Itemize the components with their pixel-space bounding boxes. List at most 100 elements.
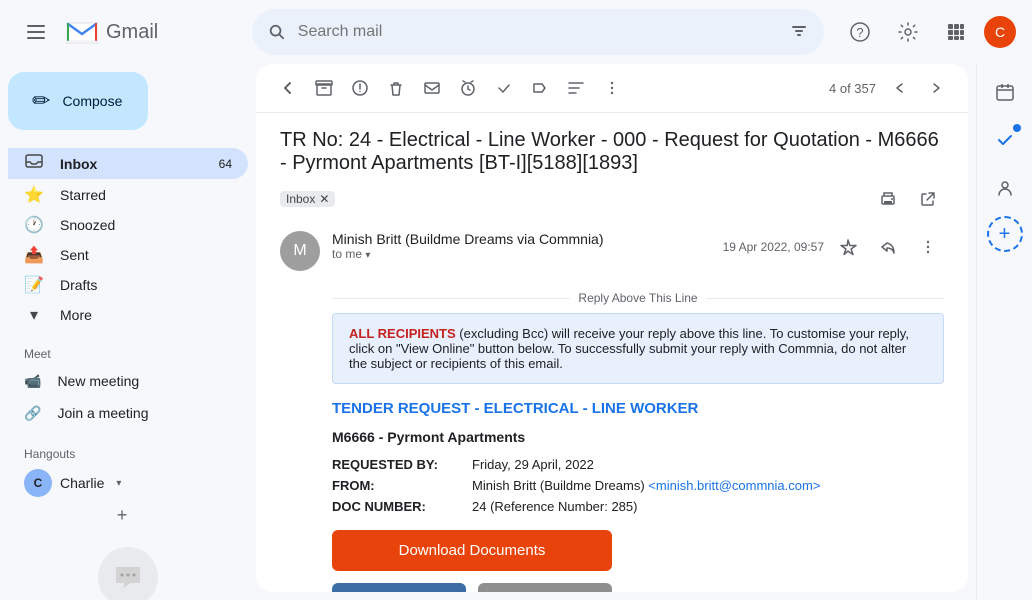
doc-number-row: DOC NUMBER: 24 (Reference Number: 285) <box>332 499 944 514</box>
starred-icon: ⭐ <box>24 185 44 205</box>
new-meeting-item[interactable]: 📹 New meeting <box>8 365 248 397</box>
hangouts-chevron-icon: ▾ <box>116 478 121 489</box>
svg-text:?: ? <box>856 25 863 40</box>
contacts-sidebar-button[interactable] <box>985 168 1025 208</box>
inbox-label: Inbox <box>60 156 97 172</box>
archive-button[interactable] <box>308 72 340 104</box>
new-meeting-label: New meeting <box>57 373 139 389</box>
reply-button[interactable] <box>872 231 904 263</box>
sidebar-item-snoozed[interactable]: 🕐 Snoozed <box>8 211 248 239</box>
join-meeting-label: Join a meeting <box>57 405 148 421</box>
hangouts-user-name: Charlie <box>60 475 104 491</box>
print-button[interactable] <box>872 183 904 215</box>
snooze-button[interactable] <box>452 72 484 104</box>
to-me[interactable]: to me ▾ <box>332 247 711 261</box>
more-label: More <box>60 307 92 323</box>
sidebar-item-more[interactable]: ▾ More <box>8 301 248 329</box>
mark-done-button[interactable] <box>488 72 520 104</box>
not-pricing-button[interactable]: Not Pricing <box>478 583 612 592</box>
email-subject: TR No: 24 - Electrical - Line Worker - 0… <box>280 129 944 215</box>
email-inbox-badge: Inbox ✕ <box>280 191 335 207</box>
prev-email-button[interactable] <box>884 72 916 104</box>
search-filter-icon[interactable] <box>790 22 808 43</box>
inbox-badge-count: 64 <box>219 157 232 171</box>
top-bar: Gmail ? <box>0 0 1032 64</box>
chat-bubble-icon <box>98 547 158 600</box>
email-meta-info: Minish Britt (Buildme Dreams via Commnia… <box>332 231 711 261</box>
inbox-icon <box>24 152 44 175</box>
new-chat-button[interactable]: + <box>108 501 136 529</box>
reply-line-text: Reply Above This Line <box>578 291 697 305</box>
mark-unread-button[interactable] <box>416 72 448 104</box>
labels-button[interactable] <box>560 72 592 104</box>
star-button[interactable] <box>832 231 864 263</box>
sent-label: Sent <box>60 247 89 263</box>
pricing-buttons-row: Pricing Not Pricing <box>332 583 612 592</box>
back-button[interactable] <box>272 72 304 104</box>
main-layout: ✏ Compose Inbox 64 ⭐ Starred 🕐 Snoozed 📤 <box>0 64 1032 600</box>
email-content: TENDER REQUEST - ELECTRICAL - LINE WORKE… <box>332 400 944 592</box>
reply-line: Reply Above This Line <box>332 291 944 305</box>
drafts-icon: 📝 <box>24 275 44 295</box>
apps-button[interactable] <box>936 12 976 52</box>
info-box: ALL RECIPIENTS (excluding Bcc) will rece… <box>332 313 944 384</box>
report-spam-button[interactable] <box>344 72 376 104</box>
email-timestamp: 19 Apr 2022, 09:57 <box>723 240 824 254</box>
project-name: M6666 - Pyrmont Apartments <box>332 429 944 445</box>
sidebar: ✏ Compose Inbox 64 ⭐ Starred 🕐 Snoozed 📤 <box>0 64 256 600</box>
inbox-badge-close[interactable]: ✕ <box>319 192 329 206</box>
app-container: Gmail ? <box>0 0 1032 600</box>
chat-placeholder: No recent chats Start a new one <box>8 531 248 600</box>
search-icon <box>268 22 286 42</box>
from-email[interactable]: <minish.britt@commnia.com> <box>648 478 820 493</box>
sidebar-item-starred[interactable]: ⭐ Starred <box>8 181 248 209</box>
open-in-new-button[interactable] <box>912 183 944 215</box>
avatar[interactable]: C <box>984 16 1016 48</box>
search-input[interactable] <box>298 23 778 41</box>
email-body: Reply Above This Line ALL RECIPIENTS (ex… <box>256 283 968 592</box>
from-value: Minish Britt (Buildme Dreams) <minish.br… <box>472 478 820 493</box>
requested-by-label: REQUESTED BY: <box>332 457 472 472</box>
more-options-button[interactable] <box>596 72 628 104</box>
sidebar-item-inbox[interactable]: Inbox 64 <box>8 148 248 179</box>
gmail-label: Gmail <box>106 21 158 44</box>
help-button[interactable]: ? <box>840 12 880 52</box>
page-count: 4 of 357 <box>829 81 876 96</box>
settings-button[interactable] <box>888 12 928 52</box>
move-to-button[interactable] <box>524 72 556 104</box>
download-documents-button[interactable]: Download Documents <box>332 530 612 571</box>
sent-icon: 📤 <box>24 245 44 265</box>
join-meeting-item[interactable]: 🔗 Join a meeting <box>8 397 248 429</box>
drafts-label: Drafts <box>60 277 97 293</box>
add-sidebar-button[interactable]: + <box>987 216 1023 252</box>
tasks-sidebar-button[interactable] <box>985 120 1025 160</box>
all-recipients-text: ALL RECIPIENTS <box>349 326 456 341</box>
nav-arrows <box>884 72 952 104</box>
doc-number-label: DOC NUMBER: <box>332 499 472 514</box>
menu-button[interactable] <box>16 12 56 52</box>
doc-number-value: 24 (Reference Number: 285) <box>472 499 637 514</box>
snoozed-label: Snoozed <box>60 217 115 233</box>
delete-button[interactable] <box>380 72 412 104</box>
pricing-button[interactable]: Pricing <box>332 583 466 592</box>
to-me-chevron: ▾ <box>365 250 370 261</box>
hangouts-title: Hangouts <box>8 439 248 465</box>
sender-name: Minish Britt (Buildme Dreams via Commnia… <box>332 231 604 247</box>
hangouts-user[interactable]: C Charlie ▾ <box>8 465 248 501</box>
top-bar-left: Gmail <box>16 12 236 52</box>
hangouts-avatar: C <box>24 469 52 497</box>
meet-section: Meet 📹 New meeting 🔗 Join a meeting <box>8 339 248 429</box>
sidebar-item-drafts[interactable]: 📝 Drafts <box>8 271 248 299</box>
compose-button[interactable]: ✏ Compose <box>8 72 148 130</box>
next-email-button[interactable] <box>920 72 952 104</box>
calendar-sidebar-button[interactable] <box>985 72 1025 112</box>
sidebar-item-sent[interactable]: 📤 Sent <box>8 241 248 269</box>
email-more-button[interactable] <box>912 231 944 263</box>
starred-label: Starred <box>60 187 106 203</box>
email-meta: M Minish Britt (Buildme Dreams via Commn… <box>280 227 944 275</box>
compose-icon: ✏ <box>32 88 50 114</box>
detail-table: REQUESTED BY: Friday, 29 April, 2022 FRO… <box>332 457 944 514</box>
email-subject-text: TR No: 24 - Electrical - Line Worker - 0… <box>280 129 944 175</box>
sender-avatar: M <box>280 231 320 271</box>
join-meeting-icon: 🔗 <box>24 405 41 422</box>
